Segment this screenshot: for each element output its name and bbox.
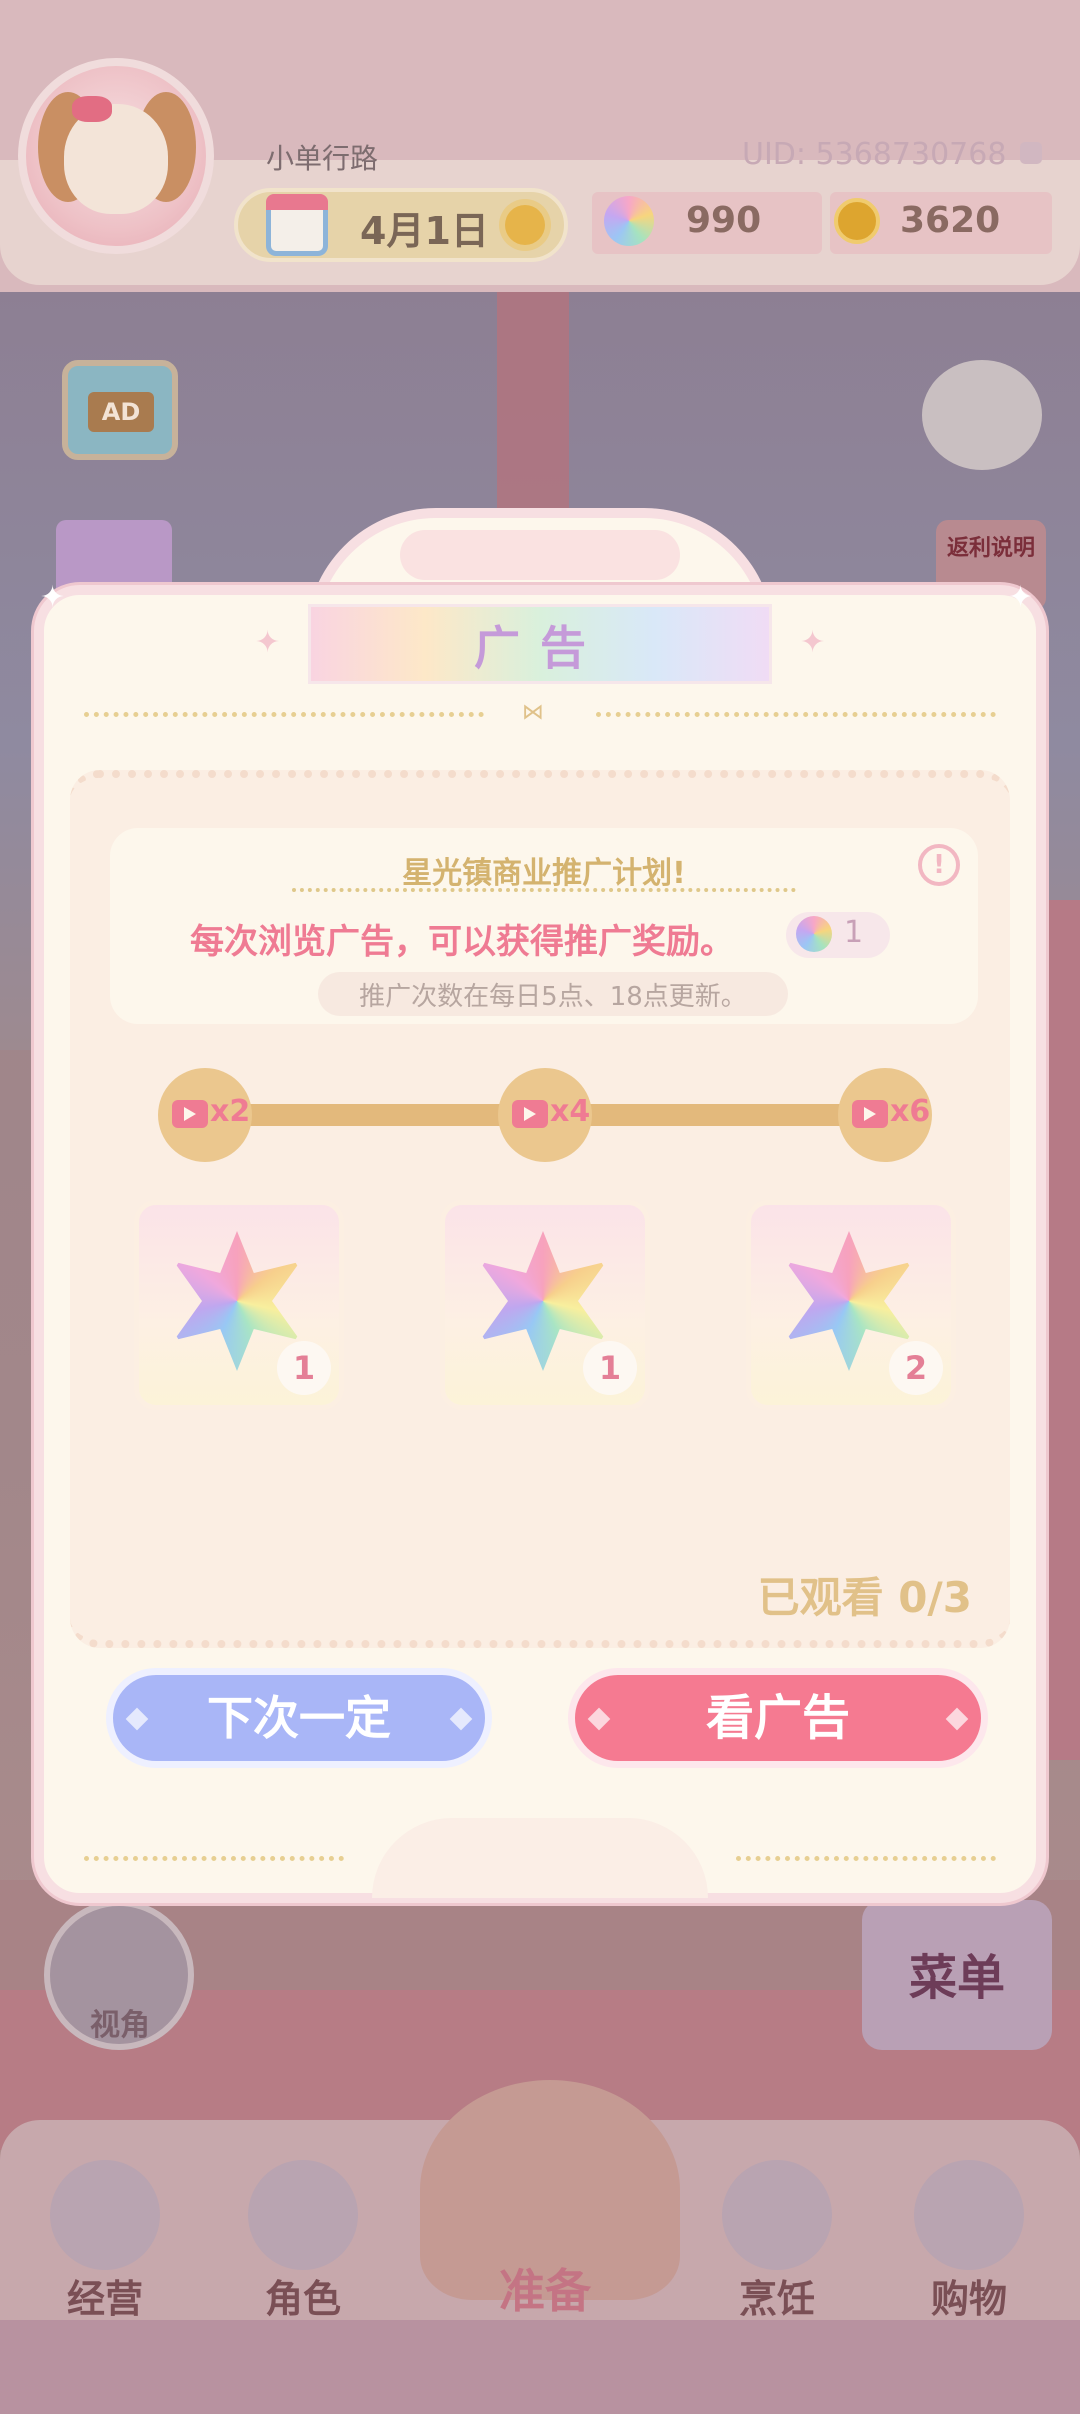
reward-card[interactable]: 1: [134, 1200, 344, 1410]
info-note: 推广次数在每日5点、18点更新。: [359, 982, 747, 1012]
info-headline: 星光镇商业推广计划!: [402, 856, 686, 891]
reward-quantity: 2: [889, 1341, 943, 1395]
sparkle-icon: ✦: [40, 580, 66, 615]
video-icon: [172, 1100, 208, 1128]
character-icon: [248, 2160, 358, 2270]
modal-title: 广告: [474, 621, 606, 675]
reward-card[interactable]: 2: [746, 1200, 956, 1410]
divider: [596, 712, 996, 717]
info-main-text: 每次浏览广告，可以获得推广奖励。: [190, 922, 734, 962]
reward-card[interactable]: 1: [440, 1200, 650, 1410]
bottom-crest-ornament: [372, 1818, 708, 1898]
shopping-bag-icon: [914, 2160, 1024, 2270]
milestone-label: x2: [210, 1094, 251, 1129]
nav-item-label: 购物: [930, 2277, 1007, 2321]
divider: [84, 712, 484, 717]
nav-item-shopping[interactable]: 购物: [894, 2150, 1044, 2340]
menu-book-button[interactable]: 菜单: [862, 1900, 1052, 2050]
nav-item-character[interactable]: 角色: [228, 2150, 378, 2340]
camera-view-label: 视角: [90, 2008, 150, 2043]
milestone-label: x6: [890, 1094, 931, 1129]
nav-item-operate[interactable]: 经营: [30, 2150, 180, 2340]
bottom-strip: [0, 2320, 1080, 2414]
sandwich-icon: [722, 2160, 832, 2270]
divider: [84, 1856, 344, 1861]
watch-ad-label: 看广告: [705, 1690, 850, 1746]
coin-count: 3620: [900, 200, 1001, 241]
maybe-later-label: 下次一定: [207, 1691, 391, 1745]
video-icon: [512, 1100, 548, 1128]
gem-count: 990: [686, 200, 762, 241]
sun-icon: [505, 205, 545, 245]
maybe-later-button[interactable]: 下次一定: [106, 1668, 492, 1768]
milestone-node: x6: [838, 1068, 932, 1162]
avatar-bow: [72, 96, 112, 122]
sparkle-icon: ✦: [800, 625, 826, 660]
copy-icon[interactable]: [1020, 142, 1042, 164]
watch-ad-button[interactable]: 看广告: [568, 1668, 988, 1768]
calendar-icon: [266, 194, 328, 256]
watched-counter: 已观看 0/3: [757, 1573, 972, 1622]
rainbow-gem-icon: [796, 916, 832, 952]
raccoon-mascot-icon[interactable]: [922, 360, 1042, 470]
nav-item-label: 烹饪: [738, 2277, 815, 2321]
user-id: UID: 5368730768: [742, 137, 1007, 172]
ad-label: AD: [88, 392, 154, 432]
crest-ornament: [400, 530, 680, 580]
ad-tv-button[interactable]: AD: [62, 360, 178, 460]
top-hat-icon: [50, 2160, 160, 2270]
username: 小单行路: [266, 142, 379, 175]
reward-quantity: 1: [277, 1341, 331, 1395]
nav-item-prepare[interactable]: 准备: [470, 2255, 620, 2321]
reward-chip-value: 1: [844, 915, 864, 950]
info-exclamation-icon[interactable]: !: [918, 844, 960, 886]
nav-item-label: 角色: [264, 2277, 341, 2321]
date-text: 4月1日: [360, 209, 489, 253]
divider: [736, 1856, 996, 1861]
sparkle-icon: ✦: [255, 625, 281, 660]
nav-item-cooking[interactable]: 烹饪: [702, 2150, 852, 2340]
sparkle-icon: ✦: [1008, 580, 1034, 615]
menu-label: 菜单: [908, 1950, 1005, 2006]
nav-item-label: 经营: [66, 2277, 143, 2321]
coin-icon: [834, 198, 880, 244]
ribbon-icon: ⋈: [522, 700, 544, 725]
milestone-node: x2: [158, 1068, 252, 1162]
avatar[interactable]: [18, 58, 214, 254]
reward-quantity: 1: [583, 1341, 637, 1395]
milestone-label: x4: [550, 1094, 591, 1129]
headline-underline: [292, 888, 796, 892]
rainbow-gem-icon: [604, 196, 654, 246]
video-icon: [852, 1100, 888, 1128]
camera-view-button[interactable]: 视角: [44, 1900, 194, 2050]
milestone-node: x4: [498, 1068, 592, 1162]
